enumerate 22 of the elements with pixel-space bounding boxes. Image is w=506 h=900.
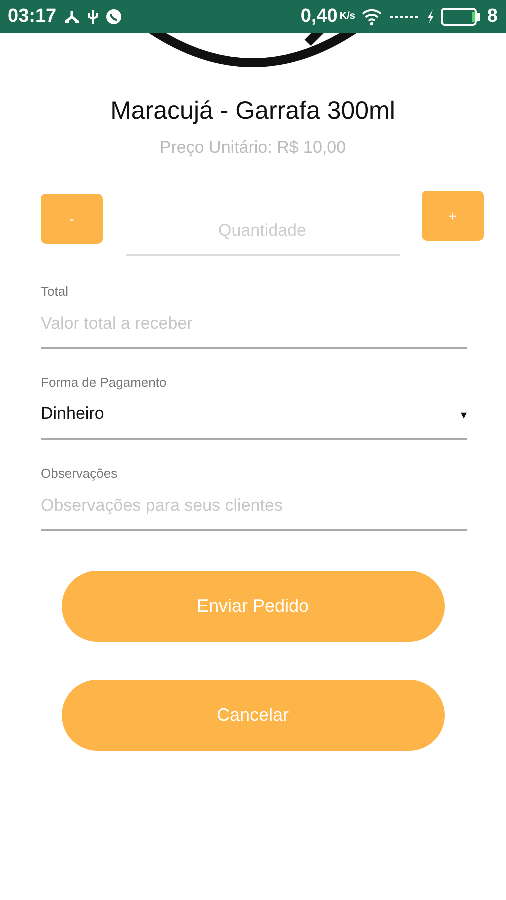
action-button[interactable]: Enviar Pedido [62,571,444,642]
input-field[interactable]: Observações para seus clientes [41,493,467,531]
payment-dropdown[interactable]: Dinheiro ▾ [41,402,467,440]
product-title: Maracujá - Garrafa 300ml [110,97,396,126]
usb-icon [86,8,99,24]
charging-icon [427,10,436,24]
network-speed: 0,40 [300,6,338,28]
network-share-icon [62,8,81,24]
unit-price: Preço Unitário: R$ 10,00 [158,138,348,158]
field-label: Total [41,284,70,299]
battery-level: 8 [487,6,498,28]
speed-unit: K/s [340,11,356,22]
action-button[interactable]: Cancelar [62,680,444,751]
wifi-icon [361,8,384,26]
field-label: Observações [41,466,119,481]
chat-icon [104,8,123,26]
decrement-button[interactable]: - [41,194,103,244]
input-field[interactable]: Valor total a receber [41,311,467,349]
increment-button[interactable]: + [422,191,484,241]
field-label: Forma de Pagamento [41,375,168,390]
status-time: 03:17 [8,6,57,28]
battery-icon [441,6,482,26]
